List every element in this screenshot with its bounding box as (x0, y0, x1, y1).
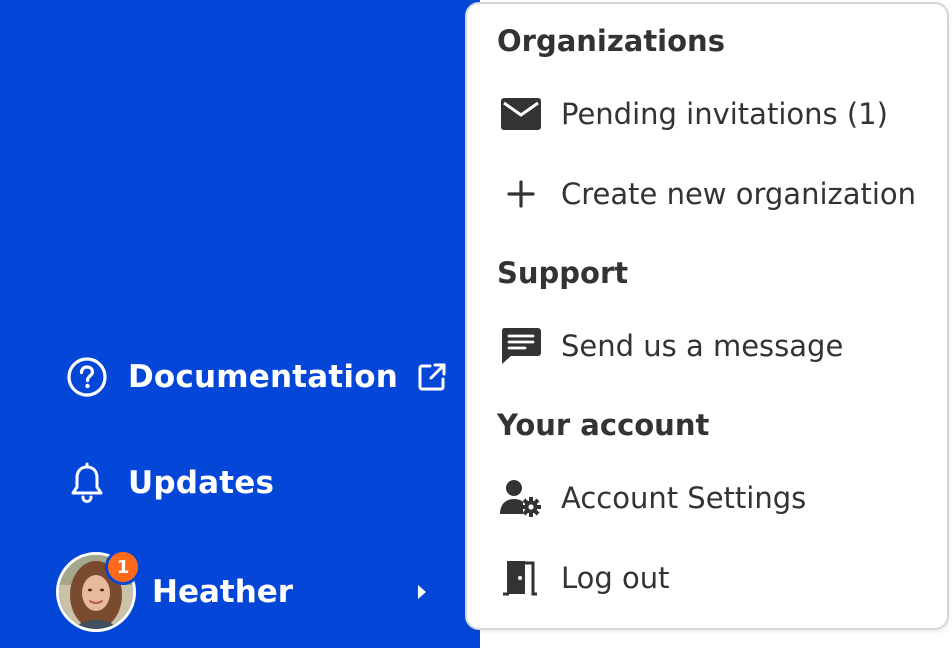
plus-icon (497, 170, 545, 218)
account-settings-label: Account Settings (561, 481, 807, 515)
user-name: Heather (152, 574, 294, 610)
section-title-organizations: Organizations (497, 24, 725, 58)
menu-item-send-message[interactable]: Send us a message (497, 316, 937, 376)
help-circle-icon (66, 356, 108, 398)
create-organization-label: Create new organization (561, 177, 917, 211)
chat-icon (497, 322, 545, 370)
documentation-label: Documentation (128, 359, 399, 395)
user-menu-toggle[interactable]: 1 Heather (56, 549, 436, 632)
user-dropdown-menu: Organizations Pending invitations (1) Cr… (465, 2, 949, 630)
section-title-support: Support (497, 256, 629, 290)
bell-icon (66, 462, 108, 504)
mail-icon (497, 90, 545, 138)
menu-item-log-out[interactable]: Log out (497, 548, 937, 608)
sidebar-item-documentation[interactable]: Documentation (66, 356, 448, 398)
menu-item-account-settings[interactable]: Account Settings (497, 468, 937, 528)
chevron-right-icon (414, 582, 430, 602)
sidebar: Documentation Updates 1 Heather (0, 0, 480, 648)
pending-invitations-label: Pending invitations (1) (561, 97, 888, 131)
app-root: Documentation Updates 1 Heather Organiza… (0, 0, 952, 648)
section-title-your-account: Your account (497, 408, 710, 442)
menu-item-pending-invitations[interactable]: Pending invitations (1) (497, 84, 937, 144)
log-out-label: Log out (561, 561, 670, 595)
menu-item-create-organization[interactable]: Create new organization (497, 164, 937, 224)
send-message-label: Send us a message (561, 329, 844, 363)
updates-label: Updates (128, 465, 275, 501)
avatar: 1 (56, 549, 141, 632)
logout-door-icon (497, 554, 545, 602)
user-settings-icon (497, 474, 545, 522)
external-link-icon (416, 361, 448, 393)
sidebar-item-updates[interactable]: Updates (66, 462, 274, 504)
notification-badge: 1 (105, 549, 141, 585)
